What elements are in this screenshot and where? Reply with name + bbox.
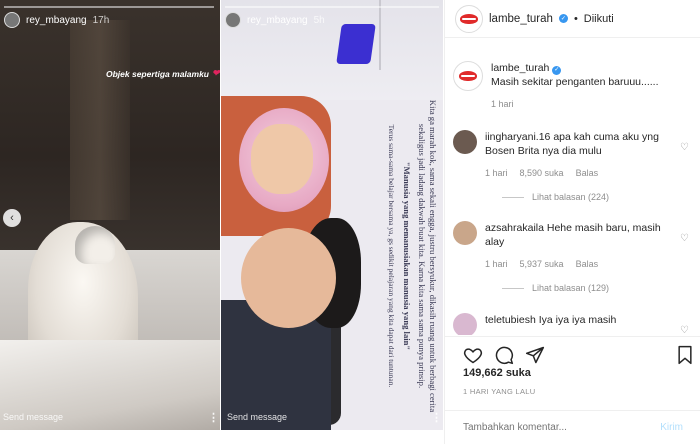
- instagram-post-view: rey_mbayang 17h Objek sepertiga malamku …: [0, 0, 700, 444]
- story-time: 17h: [92, 14, 110, 26]
- share-icon[interactable]: [525, 345, 545, 365]
- avatar[interactable]: [455, 4, 483, 33]
- story-paragraph-2: "Manusia yang memanusiakan manusia yang …: [402, 161, 412, 351]
- avatar[interactable]: [4, 12, 20, 28]
- lips-logo-icon: [460, 13, 478, 24]
- story-username[interactable]: rey_mbayang: [26, 15, 87, 26]
- story-progress-bar: [225, 6, 439, 8]
- comments-list[interactable]: lambe_turah ✓ Masih sekitar penganten ba…: [445, 39, 700, 335]
- story-paragraph-3: Terus sama-sama belajar bersama ya, gs s…: [387, 124, 396, 388]
- story-text-overlay: Kita ga marah kok, sama sekali engga, ju…: [333, 96, 438, 416]
- comment-icon[interactable]: [494, 345, 514, 365]
- heart-outline-icon[interactable]: ♡: [680, 233, 689, 244]
- avatar[interactable]: [453, 130, 477, 154]
- story-caption-text: Objek sepertiga malamku: [106, 68, 209, 79]
- verified-badge-icon: ✓: [552, 65, 562, 75]
- chevron-left-icon[interactable]: ‹: [3, 209, 21, 227]
- caption-time: 1 hari: [491, 99, 514, 109]
- comment-body: teletubiesh Iya iya iya masih: [485, 313, 675, 335]
- heart-outline-icon[interactable]: ♡: [680, 325, 689, 335]
- view-replies-button[interactable]: Lihat balasan (224): [502, 192, 609, 202]
- caption-text: Masih sekitar penganten baruuu......: [491, 76, 659, 88]
- story-prayer-hood: [75, 226, 115, 264]
- story-middle: Kita ga marah kok, sama sekali engga, ju…: [221, 0, 443, 430]
- comment-likes[interactable]: 8,590 suka: [520, 166, 564, 180]
- story-curtain: [70, 20, 130, 220]
- comment-input[interactable]: [463, 422, 643, 433]
- heart-outline-icon[interactable]: ♡: [680, 142, 689, 153]
- story-clothes-rack: [379, 0, 443, 70]
- story-paragraph-1: Kita ga marah kok, sama sekali engga, ju…: [417, 99, 438, 413]
- caption-username[interactable]: lambe_turah: [491, 62, 549, 74]
- view-replies-label[interactable]: Lihat balasan (224): [532, 192, 609, 202]
- post-sidebar: lambe_turah ✓ • Diikuti lambe_turah ✓ Ma…: [444, 0, 700, 444]
- comment-row: iingharyani.16 apa kah cuma aku yng Bose…: [453, 130, 693, 180]
- reply-button[interactable]: Balas: [576, 166, 599, 180]
- story-man-face: [241, 228, 336, 328]
- header-separator: •: [573, 12, 578, 25]
- comment-row: teletubiesh Iya iya iya masih ♡: [453, 313, 693, 335]
- likes-count[interactable]: 149,662 suka: [463, 367, 531, 379]
- story-user-header[interactable]: rey_mbayang 5h: [225, 12, 325, 28]
- replies-divider: [502, 196, 524, 198]
- avatar[interactable]: [453, 313, 477, 335]
- post-comment-button[interactable]: Kirim: [660, 422, 683, 433]
- comment-username[interactable]: teletubiesh: [485, 314, 536, 326]
- lips-logo-icon: [459, 71, 477, 81]
- story-caption-sticker: Objek sepertiga malamku ❤: [106, 68, 220, 79]
- post-date: 1 HARI YANG LALU: [463, 387, 536, 396]
- bookmark-icon[interactable]: [675, 345, 695, 365]
- story-user-header[interactable]: rey_mbayang 17h: [4, 12, 109, 28]
- heart-icon: ❤: [212, 68, 220, 78]
- send-message-input[interactable]: Send message: [227, 412, 287, 422]
- comment-time: 1 hari: [485, 259, 508, 269]
- post-header: lambe_turah ✓ • Diikuti: [445, 0, 700, 38]
- comment-body: azsahrakaila Hehe masih baru, masih alay…: [485, 221, 675, 271]
- avatar[interactable]: [225, 12, 241, 28]
- story-woman-face: [251, 124, 313, 194]
- comment-likes[interactable]: 5,937 suka: [520, 257, 564, 271]
- story-left: rey_mbayang 17h Objek sepertiga malamku …: [0, 0, 220, 430]
- post-author-username[interactable]: lambe_turah: [489, 13, 553, 25]
- heart-icon[interactable]: [463, 345, 483, 365]
- comment-row: azsahrakaila Hehe masih baru, masih alay…: [453, 221, 693, 271]
- avatar[interactable]: [453, 61, 483, 91]
- comment-meta: 1 hari 8,590 suka Balas: [485, 166, 675, 180]
- send-message-input[interactable]: Send message: [3, 412, 63, 422]
- view-replies-button[interactable]: Lihat balasan (129): [502, 283, 609, 293]
- story-time: 5h: [313, 14, 325, 26]
- view-replies-label[interactable]: Lihat balasan (129): [532, 283, 609, 293]
- story-rotated-text: Kita ga marah kok, sama sekali engga, ju…: [333, 96, 438, 416]
- reply-button[interactable]: Balas: [576, 257, 599, 271]
- caption-row: lambe_turah ✓ Masih sekitar penganten ba…: [453, 61, 693, 111]
- story-username[interactable]: rey_mbayang: [247, 15, 308, 26]
- comment-meta: 1 hari 5,937 suka Balas: [485, 257, 675, 271]
- story-progress-bar: [4, 6, 214, 8]
- more-options-icon[interactable]: ⋮: [208, 411, 219, 424]
- post-action-bar: [445, 336, 700, 370]
- add-comment-bar: Kirim: [445, 410, 700, 444]
- caption-body: lambe_turah ✓ Masih sekitar penganten ba…: [491, 61, 681, 111]
- comment-text: Iya iya iya masih: [538, 314, 617, 326]
- caption-meta: 1 hari: [491, 97, 681, 111]
- replies-divider: [502, 287, 524, 289]
- comment-time: 1 hari: [485, 168, 508, 178]
- story-blue-bag: [336, 24, 376, 64]
- avatar[interactable]: [453, 221, 477, 245]
- comment-username[interactable]: iingharyani.16: [485, 131, 550, 143]
- more-options-icon[interactable]: ⋮: [431, 411, 442, 424]
- follow-status-button[interactable]: Diikuti: [584, 13, 614, 25]
- verified-badge-icon: ✓: [558, 14, 568, 23]
- comment-username[interactable]: azsahrakaila: [485, 222, 544, 234]
- comment-body: iingharyani.16 apa kah cuma aku yng Bose…: [485, 130, 675, 180]
